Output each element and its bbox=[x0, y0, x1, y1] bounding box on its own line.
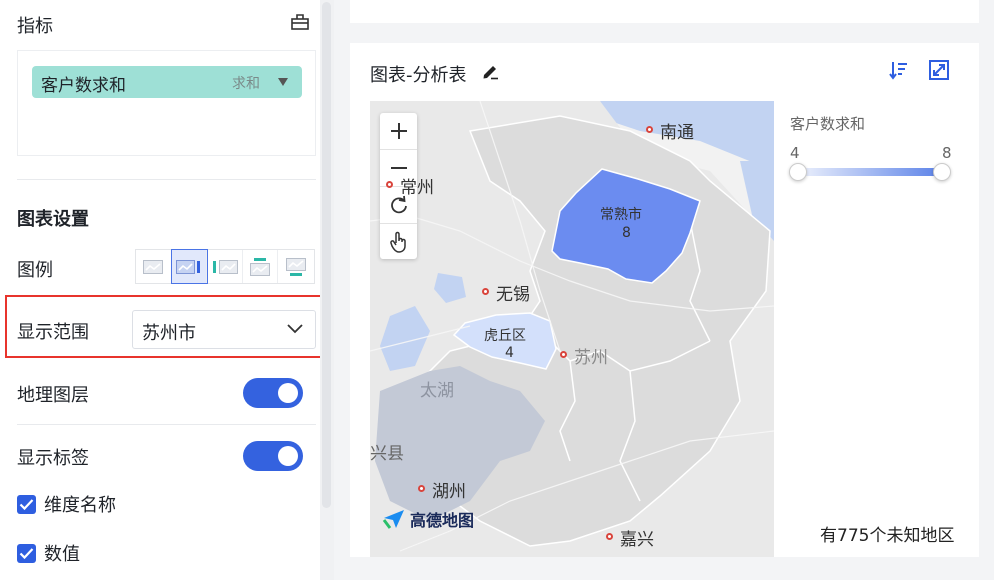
legend-left-icon bbox=[212, 259, 238, 274]
metric-section-title: 指标 bbox=[17, 16, 53, 37]
legend-right-button[interactable] bbox=[170, 249, 209, 284]
legend-max-value: 8 bbox=[942, 144, 952, 162]
city-marker bbox=[560, 351, 567, 358]
partial-city-label: 兴县 bbox=[370, 444, 404, 464]
display-range-label: 显示范围 bbox=[17, 322, 89, 343]
metric-drop-area[interactable]: 客户数求和 求和 bbox=[17, 50, 316, 156]
legend-bottom-button[interactable] bbox=[278, 250, 314, 283]
city-label-wuxi: 无锡 bbox=[496, 285, 530, 305]
unknown-regions-note: 有775个未知地区 bbox=[820, 526, 955, 546]
metric-tool-icon[interactable] bbox=[290, 12, 310, 32]
legend-top-icon bbox=[250, 257, 271, 276]
geo-layer-toggle[interactable] bbox=[243, 378, 303, 408]
hand-icon bbox=[389, 231, 406, 253]
toggle-knob bbox=[278, 446, 298, 466]
top-card bbox=[350, 0, 979, 23]
checkbox-dimension-name[interactable]: 维度名称 bbox=[17, 491, 116, 517]
legend-right-icon bbox=[175, 259, 200, 274]
metric-field-pill[interactable]: 客户数求和 求和 bbox=[32, 66, 302, 98]
display-range-select[interactable]: 苏州市 bbox=[132, 310, 316, 349]
display-range-value: 苏州市 bbox=[142, 323, 196, 344]
checkbox-value[interactable]: 数值 bbox=[17, 540, 80, 566]
city-label-nantong: 南通 bbox=[660, 123, 694, 143]
plus-icon bbox=[390, 123, 407, 139]
show-labels-toggle[interactable] bbox=[243, 441, 303, 471]
panel-scrollbar-thumb[interactable] bbox=[322, 2, 331, 508]
legend-max-handle[interactable] bbox=[933, 163, 951, 181]
checkbox-label: 维度名称 bbox=[44, 495, 116, 516]
amap-logo-icon bbox=[382, 510, 404, 529]
sort-icon[interactable] bbox=[888, 59, 910, 81]
legend-min-value: 4 bbox=[790, 144, 800, 162]
divider bbox=[17, 179, 316, 180]
region-name-huqiu: 虎丘区 bbox=[484, 328, 526, 344]
legend-gradient-bar bbox=[798, 168, 942, 176]
toggle-knob bbox=[278, 383, 298, 403]
city-marker bbox=[418, 485, 425, 492]
legend-title: 客户数求和 bbox=[790, 115, 866, 133]
settings-panel: 指标 客户数求和 求和 图表设置 图例 显示范围 苏州市 地理图层 显示标签 维… bbox=[0, 0, 334, 580]
checkbox-checked-icon[interactable] bbox=[17, 494, 36, 514]
legend-top-button[interactable] bbox=[243, 250, 279, 283]
metric-aggregation: 求和 bbox=[232, 76, 260, 92]
city-marker bbox=[646, 126, 653, 133]
pan-button[interactable] bbox=[380, 224, 417, 260]
caret-down-icon[interactable] bbox=[278, 78, 288, 86]
chart-title: 图表-分析表 bbox=[370, 65, 467, 86]
map-provider-logo: 高德地图 bbox=[382, 507, 474, 531]
map-provider-text: 高德地图 bbox=[410, 511, 475, 530]
legend-none-icon bbox=[143, 259, 164, 274]
legend-min-handle[interactable] bbox=[789, 163, 807, 181]
divider bbox=[17, 424, 316, 425]
city-label-suzhou: 苏州 bbox=[574, 348, 608, 368]
chevron-down-icon bbox=[287, 324, 303, 334]
legend-label: 图例 bbox=[17, 260, 53, 281]
legend-left-button[interactable] bbox=[207, 250, 243, 283]
show-labels-label: 显示标签 bbox=[17, 448, 89, 469]
map-base bbox=[370, 101, 774, 557]
checkbox-label: 数值 bbox=[44, 544, 80, 565]
legend-bottom-icon bbox=[286, 257, 307, 276]
region-name-changshu: 常熟市 bbox=[600, 207, 642, 223]
chart-settings-title: 图表设置 bbox=[17, 209, 89, 230]
city-marker bbox=[386, 181, 393, 188]
legend-position-group bbox=[135, 249, 315, 284]
city-marker bbox=[482, 288, 489, 295]
city-label-changzhou: 常州 bbox=[400, 178, 434, 198]
city-label-huzhou: 湖州 bbox=[432, 482, 466, 502]
city-label-jiaxing: 嘉兴 bbox=[620, 530, 654, 550]
refresh-icon bbox=[390, 195, 407, 214]
checkbox-checked-icon[interactable] bbox=[17, 543, 36, 563]
geo-layer-label: 地理图层 bbox=[17, 385, 89, 406]
city-marker bbox=[606, 533, 613, 540]
chart-card: 图表-分析表 南通 常州 无锡 苏州 太湖 兴县 湖州 嘉兴 常熟市 8 虎丘区… bbox=[350, 43, 979, 557]
region-value-huqiu: 4 bbox=[505, 345, 514, 361]
region-value-changshu: 8 bbox=[622, 225, 631, 241]
edit-icon[interactable] bbox=[480, 61, 500, 81]
fullscreen-icon[interactable] bbox=[928, 59, 950, 81]
map-canvas[interactable]: 南通 常州 无锡 苏州 太湖 兴县 湖州 嘉兴 常熟市 8 虎丘区 4 高德地图 bbox=[370, 101, 774, 557]
zoom-in-button[interactable] bbox=[380, 113, 417, 149]
lake-label-taihu: 太湖 bbox=[420, 381, 454, 401]
metric-field-label: 客户数求和 bbox=[41, 76, 126, 96]
legend-none-button[interactable] bbox=[136, 250, 172, 283]
